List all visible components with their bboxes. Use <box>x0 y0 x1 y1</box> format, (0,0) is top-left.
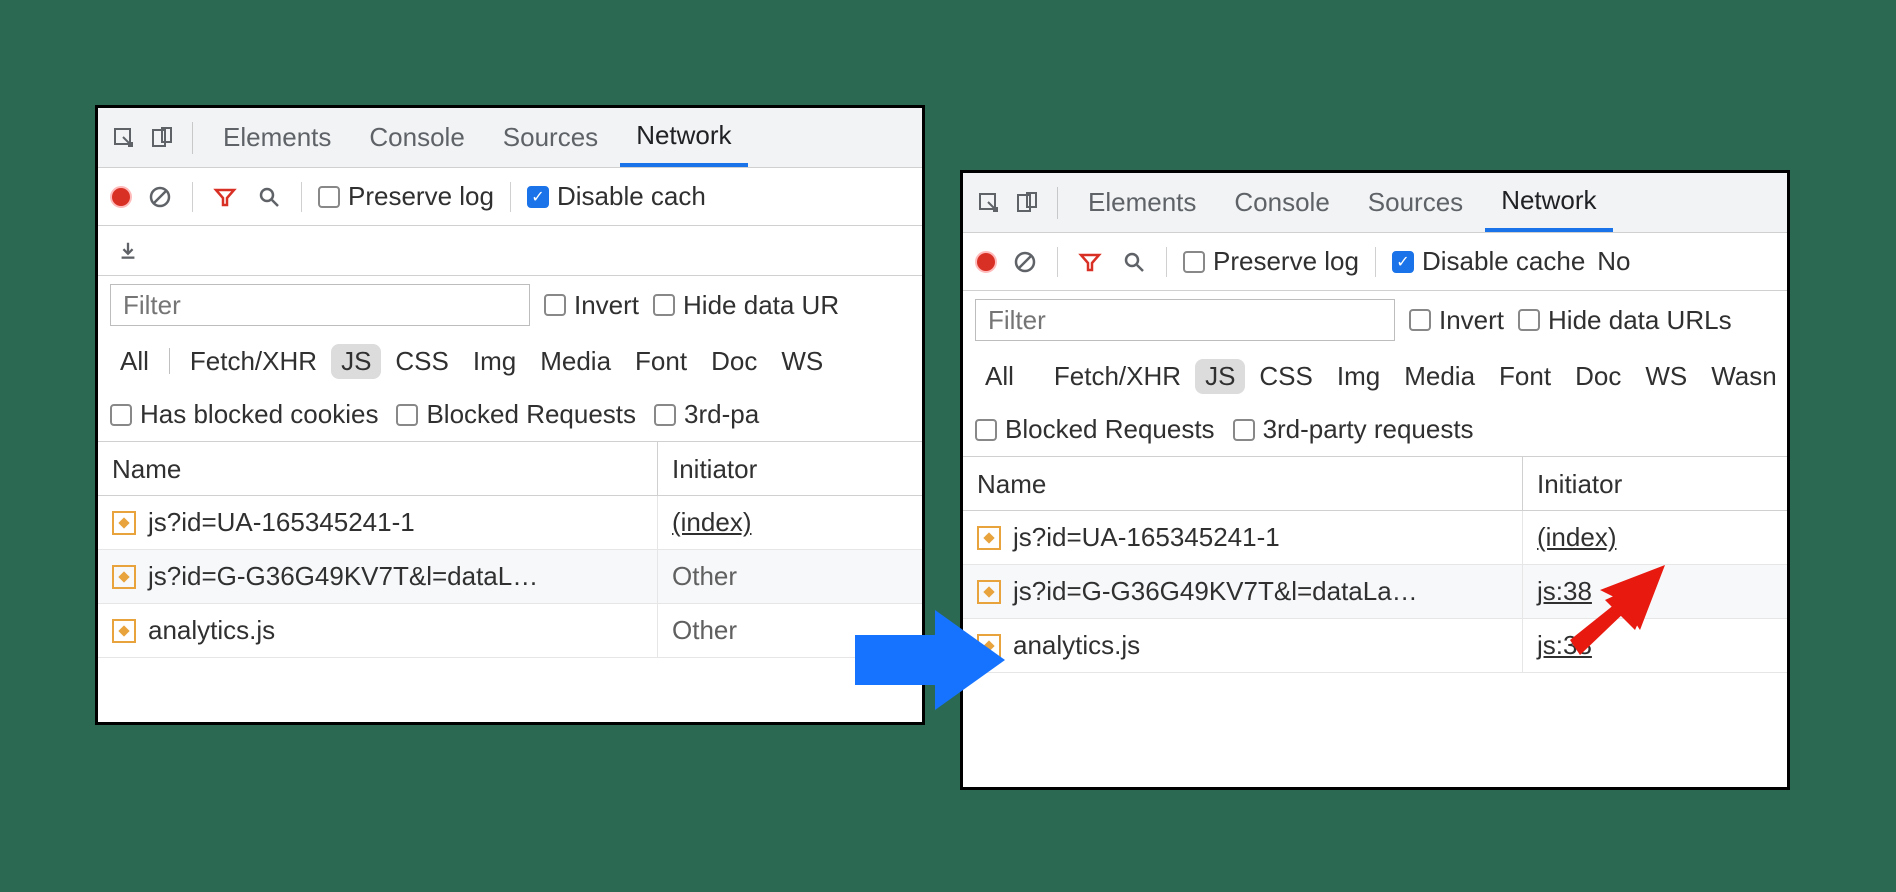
tab-bar: Elements Console Sources Network <box>963 173 1787 233</box>
type-img[interactable]: Img <box>1327 359 1390 394</box>
third-party-option[interactable]: 3rd-pa <box>654 399 759 430</box>
type-media[interactable]: Media <box>1394 359 1485 394</box>
type-img[interactable]: Img <box>463 344 526 379</box>
tab-bar: Elements Console Sources Network <box>98 108 922 168</box>
tab-elements[interactable]: Elements <box>207 108 347 167</box>
preserve-log-option[interactable]: Preserve log <box>318 181 494 212</box>
search-icon[interactable] <box>253 181 285 213</box>
table-row[interactable]: js?id=UA-165345241-1 (index) <box>963 511 1787 565</box>
col-initiator[interactable]: Initiator <box>1523 457 1787 510</box>
flags-row: Blocked Requests 3rd-party requests <box>963 403 1787 457</box>
request-name: analytics.js <box>148 615 275 646</box>
filter-bar: Invert Hide data UR <box>98 276 922 334</box>
record-button[interactable] <box>110 186 132 208</box>
invert-option[interactable]: Invert <box>544 290 639 321</box>
inspect-icon[interactable] <box>108 122 140 154</box>
hide-data-urls-option[interactable]: Hide data URLs <box>1518 305 1732 336</box>
table-row[interactable]: js?id=G-G36G49KV7T&l=dataL… Other <box>98 550 922 604</box>
table-row[interactable]: analytics.js Other <box>98 604 922 658</box>
device-icon[interactable] <box>1011 187 1043 219</box>
initiator-link[interactable]: (index) <box>672 507 751 538</box>
type-filter-row: All Fetch/XHR JS CSS Img Media Font Doc … <box>98 334 922 388</box>
col-initiator[interactable]: Initiator <box>658 442 922 495</box>
type-ws[interactable]: WS <box>771 344 833 379</box>
filter-bar: Invert Hide data URLs <box>963 291 1787 349</box>
initiator-link[interactable]: (index) <box>1537 522 1616 553</box>
blocked-requests-option[interactable]: Blocked Requests <box>396 399 636 430</box>
type-media[interactable]: Media <box>530 344 621 379</box>
table-header: Name Initiator <box>98 442 922 496</box>
type-fetch[interactable]: Fetch/XHR <box>180 344 327 379</box>
flags-row: Has blocked cookies Blocked Requests 3rd… <box>98 388 922 442</box>
devtools-panel-left: Elements Console Sources Network Preserv… <box>95 105 925 725</box>
network-toolbar: Preserve log Disable cache No <box>963 233 1787 291</box>
type-all[interactable]: All <box>110 344 159 379</box>
tab-sources[interactable]: Sources <box>487 108 614 167</box>
type-font[interactable]: Font <box>1489 359 1561 394</box>
col-name[interactable]: Name <box>98 442 658 495</box>
record-button[interactable] <box>975 251 997 273</box>
tab-sources[interactable]: Sources <box>1352 173 1479 232</box>
filter-icon[interactable] <box>209 181 241 213</box>
type-ws[interactable]: WS <box>1635 359 1697 394</box>
disable-cache-option[interactable]: Disable cach <box>527 181 706 212</box>
no-throttling-cut[interactable]: No <box>1597 246 1630 277</box>
filter-input[interactable] <box>975 299 1395 341</box>
tab-console[interactable]: Console <box>353 108 480 167</box>
tab-network[interactable]: Network <box>620 108 747 167</box>
download-bar <box>98 226 922 276</box>
request-name: js?id=G-G36G49KV7T&l=dataLa… <box>1013 576 1418 607</box>
js-file-icon <box>977 526 1001 550</box>
type-doc[interactable]: Doc <box>701 344 767 379</box>
inspect-icon[interactable] <box>973 187 1005 219</box>
js-file-icon <box>112 619 136 643</box>
type-js[interactable]: JS <box>1195 359 1245 394</box>
type-filter-row: All Fetch/XHR JS CSS Img Media Font Doc … <box>963 349 1787 403</box>
hide-data-urls-option[interactable]: Hide data UR <box>653 290 839 321</box>
filter-input[interactable] <box>110 284 530 326</box>
clear-icon[interactable] <box>1009 246 1041 278</box>
download-icon[interactable] <box>112 235 144 267</box>
request-name: js?id=G-G36G49KV7T&l=dataL… <box>148 561 538 592</box>
tab-network[interactable]: Network <box>1485 173 1612 232</box>
invert-option[interactable]: Invert <box>1409 305 1504 336</box>
table-row[interactable]: js?id=UA-165345241-1 (index) <box>98 496 922 550</box>
devtools-panel-right: Elements Console Sources Network Preserv… <box>960 170 1790 790</box>
has-blocked-cookies-option[interactable]: Has blocked cookies <box>110 399 378 430</box>
type-css[interactable]: CSS <box>1249 359 1322 394</box>
tab-elements[interactable]: Elements <box>1072 173 1212 232</box>
type-all[interactable]: All <box>975 359 1024 394</box>
type-font[interactable]: Font <box>625 344 697 379</box>
request-name: js?id=UA-165345241-1 <box>1013 522 1280 553</box>
initiator-text: Other <box>672 615 737 646</box>
clear-icon[interactable] <box>144 181 176 213</box>
type-wasm[interactable]: Wasn <box>1701 359 1787 394</box>
js-file-icon <box>977 580 1001 604</box>
col-name[interactable]: Name <box>963 457 1523 510</box>
request-name: analytics.js <box>1013 630 1140 661</box>
preserve-log-option[interactable]: Preserve log <box>1183 246 1359 277</box>
type-js[interactable]: JS <box>331 344 381 379</box>
search-icon[interactable] <box>1118 246 1150 278</box>
annotation-arrow-red <box>1565 560 1675 675</box>
filter-icon[interactable] <box>1074 246 1106 278</box>
device-icon[interactable] <box>146 122 178 154</box>
initiator-text: Other <box>672 561 737 592</box>
type-css[interactable]: CSS <box>385 344 458 379</box>
third-party-option[interactable]: 3rd-party requests <box>1233 414 1474 445</box>
request-name: js?id=UA-165345241-1 <box>148 507 415 538</box>
js-file-icon <box>112 511 136 535</box>
blocked-requests-option[interactable]: Blocked Requests <box>975 414 1215 445</box>
js-file-icon <box>112 565 136 589</box>
type-fetch[interactable]: Fetch/XHR <box>1044 359 1191 394</box>
disable-cache-option[interactable]: Disable cache <box>1392 246 1585 277</box>
tab-console[interactable]: Console <box>1218 173 1345 232</box>
table-header: Name Initiator <box>963 457 1787 511</box>
divider <box>192 122 193 154</box>
annotation-arrow-blue <box>855 605 1005 720</box>
type-doc[interactable]: Doc <box>1565 359 1631 394</box>
network-toolbar: Preserve log Disable cach <box>98 168 922 226</box>
table-body: js?id=UA-165345241-1 (index) js?id=G-G36… <box>98 496 922 658</box>
